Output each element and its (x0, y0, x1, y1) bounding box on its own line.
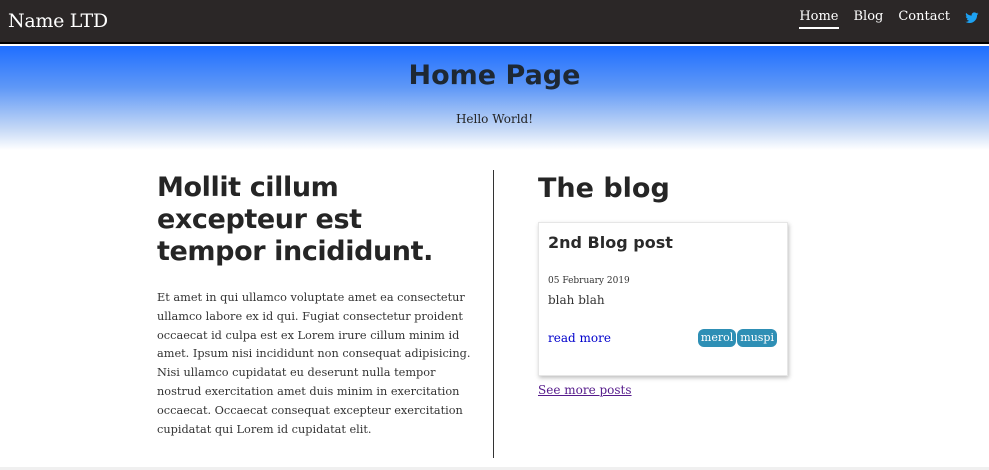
twitter-icon[interactable] (965, 10, 979, 24)
blog-section: The blog 2nd Blog post 05 February 2019 … (538, 172, 790, 397)
tag-merol[interactable]: merol (697, 329, 737, 347)
nav-link-contact[interactable]: Contact (898, 9, 950, 27)
blog-post-card: 2nd Blog post 05 February 2019 blah blah… (538, 222, 788, 376)
hero-subtitle: Hello World! (455, 112, 534, 126)
blog-heading: The blog (538, 173, 670, 204)
nav-link-home[interactable]: Home (799, 9, 839, 29)
see-more-posts-link[interactable]: See more posts (538, 383, 632, 397)
brand-logo[interactable]: Name LTD (8, 10, 108, 32)
blog-post-title: 2nd Blog post (548, 233, 673, 252)
nav-link-blog[interactable]: Blog (854, 9, 884, 27)
article-section: Mollit cillum excepteur est tempor incid… (157, 172, 477, 439)
hero-banner: Home Page Hello World! (0, 46, 989, 150)
column-divider (493, 170, 494, 458)
blog-post-excerpt: blah blah (548, 293, 605, 307)
read-more-link[interactable]: read more (548, 331, 611, 345)
blog-post-date: 05 February 2019 (548, 276, 630, 286)
article-body: Et amet in qui ullamco voluptate amet ea… (157, 291, 471, 436)
page-title: Home Page (408, 60, 581, 91)
navbar: Name LTD Home Blog Contact (0, 0, 989, 44)
tag-list: merol muspi (697, 329, 777, 347)
article-title: Mollit cillum excepteur est tempor incid… (157, 172, 433, 267)
nav-links: Home Blog Contact (784, 9, 979, 29)
tag-muspi[interactable]: muspi (737, 329, 777, 347)
